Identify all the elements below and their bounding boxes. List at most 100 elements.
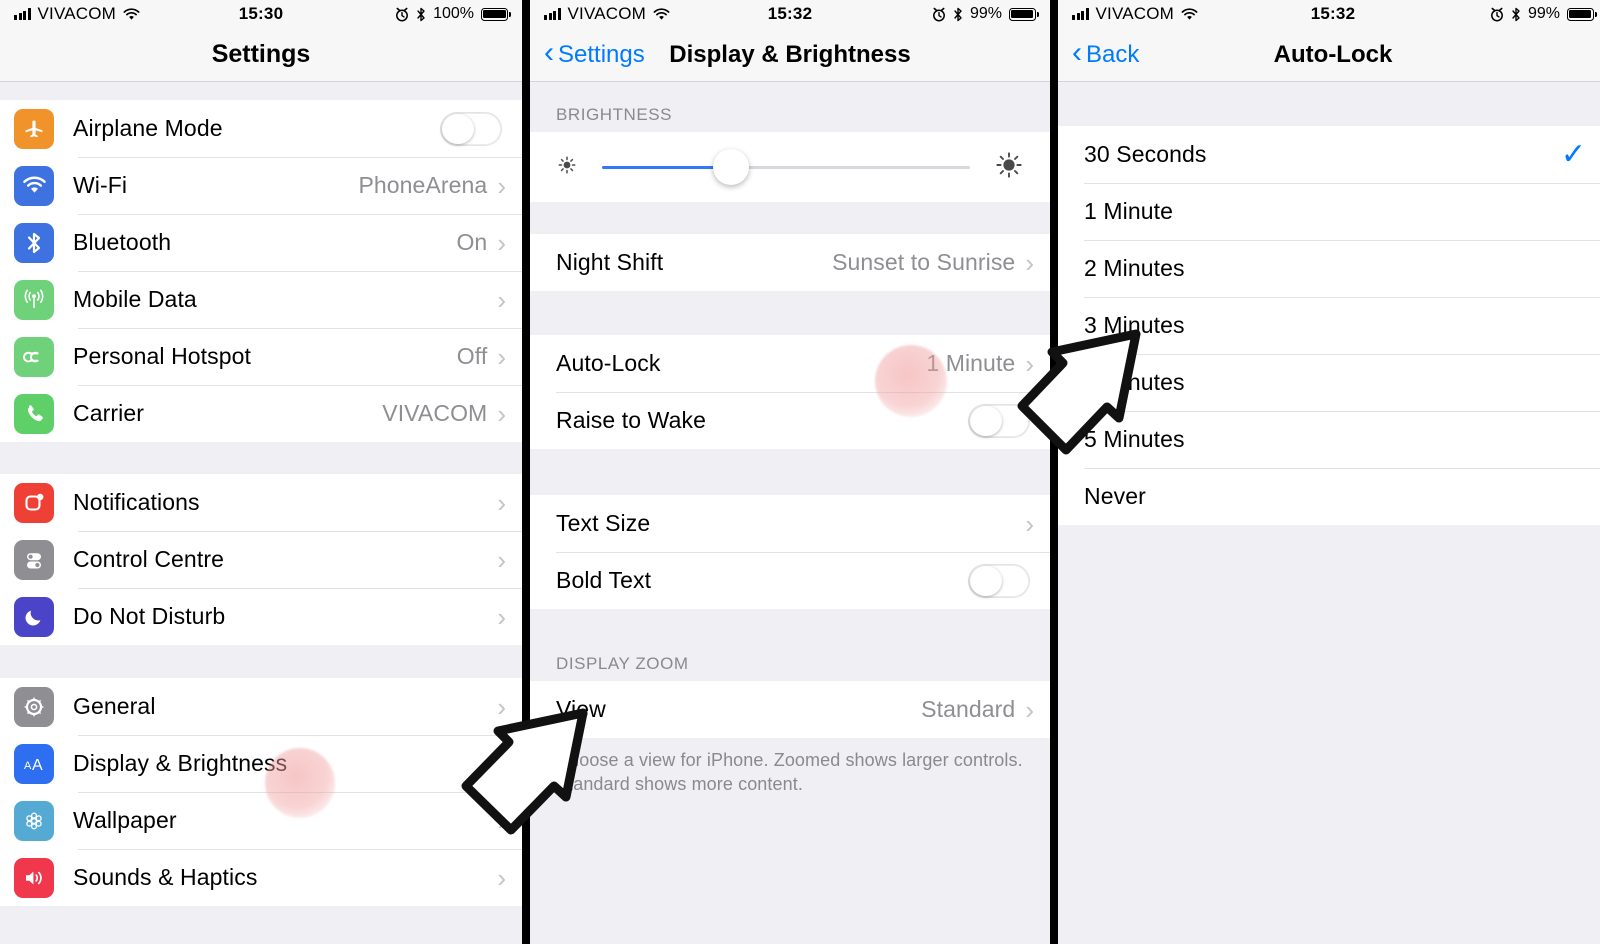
row-raise-to-wake[interactable]: Raise to Wake	[530, 392, 1050, 449]
chevron-left-icon: ‹	[544, 36, 554, 69]
text-size-icon: AA	[14, 743, 54, 784]
phone-icon	[14, 393, 54, 434]
settings-list[interactable]: Airplane Mode Wi-Fi PhoneArena › Bluetoo…	[0, 82, 522, 944]
settings-row-wifi[interactable]: Wi-Fi PhoneArena ›	[0, 157, 522, 214]
settings-group-connectivity: Airplane Mode Wi-Fi PhoneArena › Bluetoo…	[0, 100, 522, 442]
option-row-3-minutes[interactable]: 3 Minutes	[1058, 297, 1600, 354]
cellular-signal-icon	[544, 8, 561, 20]
nav-bar-2: ‹ Settings Display & Brightness	[530, 28, 1050, 82]
settings-row-control-centre[interactable]: Control Centre ›	[0, 531, 522, 588]
settings-row-wallpaper[interactable]: Wallpaper ›	[0, 792, 522, 849]
settings-row-sounds-haptics[interactable]: Sounds & Haptics ›	[0, 849, 522, 906]
row-label: Raise to Wake	[556, 407, 707, 433]
panel-divider-1	[522, 0, 530, 944]
row-value: Standard	[921, 696, 1016, 722]
svg-text:A: A	[32, 757, 43, 774]
bluetooth-status-icon	[417, 7, 425, 21]
display-zoom-header-wrap: DISPLAY ZOOM	[530, 609, 1050, 681]
cellular-icon	[14, 279, 54, 320]
settings-row-label: Display & Brightness	[73, 750, 288, 776]
settings-group-notifications: Notifications › Control Centre › Do Not …	[0, 474, 522, 645]
carrier-name: VIVACOM	[567, 4, 647, 23]
settings-row-bluetooth[interactable]: Bluetooth On ›	[0, 214, 522, 271]
auto-lock-options-list[interactable]: 30 Seconds ✓ 1 Minute 2 Minutes 3 Minute…	[1058, 82, 1600, 944]
row-view[interactable]: View Standard ›	[530, 681, 1050, 738]
panel-divider-2	[1050, 0, 1058, 944]
settings-row-mobile-data[interactable]: Mobile Data ›	[0, 271, 522, 328]
settings-row-label: Mobile Data	[73, 286, 197, 312]
panel-auto-lock: VIVACOM 15:32 99% ‹ Back Auto-Lock 30 Se…	[1058, 0, 1600, 944]
option-label: 5 Minutes	[1084, 426, 1185, 452]
chevron-right-icon: ›	[497, 284, 506, 315]
brightness-slider-track[interactable]	[602, 149, 970, 185]
chevron-right-icon: ›	[497, 691, 506, 722]
battery-icon	[481, 7, 511, 21]
row-text-size[interactable]: Text Size ›	[530, 495, 1050, 552]
cellular-signal-icon	[1072, 8, 1089, 20]
option-row-never[interactable]: Never	[1058, 468, 1600, 525]
notifications-icon	[14, 482, 54, 523]
bluetooth-status-icon	[1512, 7, 1520, 21]
raise-to-wake-toggle[interactable]	[968, 403, 1030, 438]
brightness-slider-row[interactable]	[530, 132, 1050, 202]
settings-row-label: Sounds & Haptics	[73, 864, 258, 890]
page-title: Settings	[211, 40, 311, 68]
settings-row-display-brightness[interactable]: AA Display & Brightness ›	[0, 735, 522, 792]
battery-percent: 100%	[433, 5, 474, 22]
gear-icon	[14, 686, 54, 727]
row-night-shift[interactable]: Night Shift Sunset to Sunrise ›	[530, 234, 1050, 291]
chevron-right-icon: ›	[497, 487, 506, 518]
hotspot-icon	[14, 336, 54, 377]
display-zoom-footnote: Choose a view for iPhone. Zoomed shows l…	[530, 738, 1050, 797]
sun-high-icon	[992, 148, 1026, 187]
row-label: Text Size	[556, 510, 651, 536]
control-centre-icon	[14, 539, 54, 580]
option-label: Never	[1084, 483, 1146, 509]
settings-row-notifications[interactable]: Notifications ›	[0, 474, 522, 531]
group-gap-2	[0, 645, 522, 678]
row-value: 1 Minute	[926, 350, 1016, 376]
option-label: 2 Minutes	[1084, 255, 1185, 281]
display-brightness-list[interactable]: BRIGHTNESS Night Shift Sunset to Sunrise…	[530, 82, 1050, 944]
gap-after-auto-lock	[530, 449, 1050, 495]
auto-lock-group: Auto-Lock 1 Minute › Raise to Wake	[530, 335, 1050, 449]
settings-row-airplane-mode[interactable]: Airplane Mode	[0, 100, 522, 157]
gap-after-brightness	[530, 202, 1050, 234]
battery-icon	[1009, 7, 1039, 21]
settings-row-general[interactable]: General ›	[0, 678, 522, 735]
settings-row-value: On	[456, 229, 488, 255]
settings-row-label: Control Centre	[73, 546, 224, 572]
settings-row-label: Wallpaper	[73, 807, 177, 833]
back-button-settings[interactable]: ‹ Settings	[544, 36, 645, 69]
chevron-right-icon: ›	[497, 601, 506, 632]
brightness-slider-knob[interactable]	[712, 149, 749, 185]
settings-row-label: Airplane Mode	[73, 115, 223, 141]
row-bold-text[interactable]: Bold Text	[530, 552, 1050, 609]
chevron-right-icon: ›	[497, 748, 506, 779]
settings-row-value: Off	[456, 343, 488, 369]
option-row-4-minutes[interactable]: 4 Minutes	[1058, 354, 1600, 411]
settings-row-carrier[interactable]: Carrier VIVACOM ›	[0, 385, 522, 442]
option-label: 30 Seconds	[1084, 141, 1207, 167]
settings-row-do-not-disturb[interactable]: Do Not Disturb ›	[0, 588, 522, 645]
row-value: Sunset to Sunrise	[832, 249, 1016, 275]
settings-row-personal-hotspot[interactable]: Personal Hotspot Off ›	[0, 328, 522, 385]
night-shift-group: Night Shift Sunset to Sunrise ›	[530, 234, 1050, 291]
option-row-1-minute[interactable]: 1 Minute	[1058, 183, 1600, 240]
airplane-icon	[14, 108, 54, 149]
bold-text-toggle[interactable]	[968, 563, 1030, 598]
settings-row-label: Wi-Fi	[73, 172, 128, 198]
option-row-2-minutes[interactable]: 2 Minutes	[1058, 240, 1600, 297]
option-row-5-minutes[interactable]: 5 Minutes	[1058, 411, 1600, 468]
battery-icon	[1567, 7, 1597, 21]
list-top-gap-3	[1058, 82, 1600, 126]
back-button[interactable]: ‹ Back	[1072, 38, 1139, 69]
chevron-right-icon: ›	[497, 227, 506, 258]
settings-row-value: PhoneArena	[358, 172, 488, 198]
row-auto-lock[interactable]: Auto-Lock 1 Minute ›	[530, 335, 1050, 392]
section-header-display-zoom: DISPLAY ZOOM	[556, 654, 689, 673]
option-row-30-seconds[interactable]: 30 Seconds ✓	[1058, 126, 1600, 183]
airplane-mode-toggle[interactable]	[440, 111, 502, 146]
status-right-2: 99%	[932, 5, 1039, 23]
settings-row-label: Notifications	[73, 489, 200, 515]
